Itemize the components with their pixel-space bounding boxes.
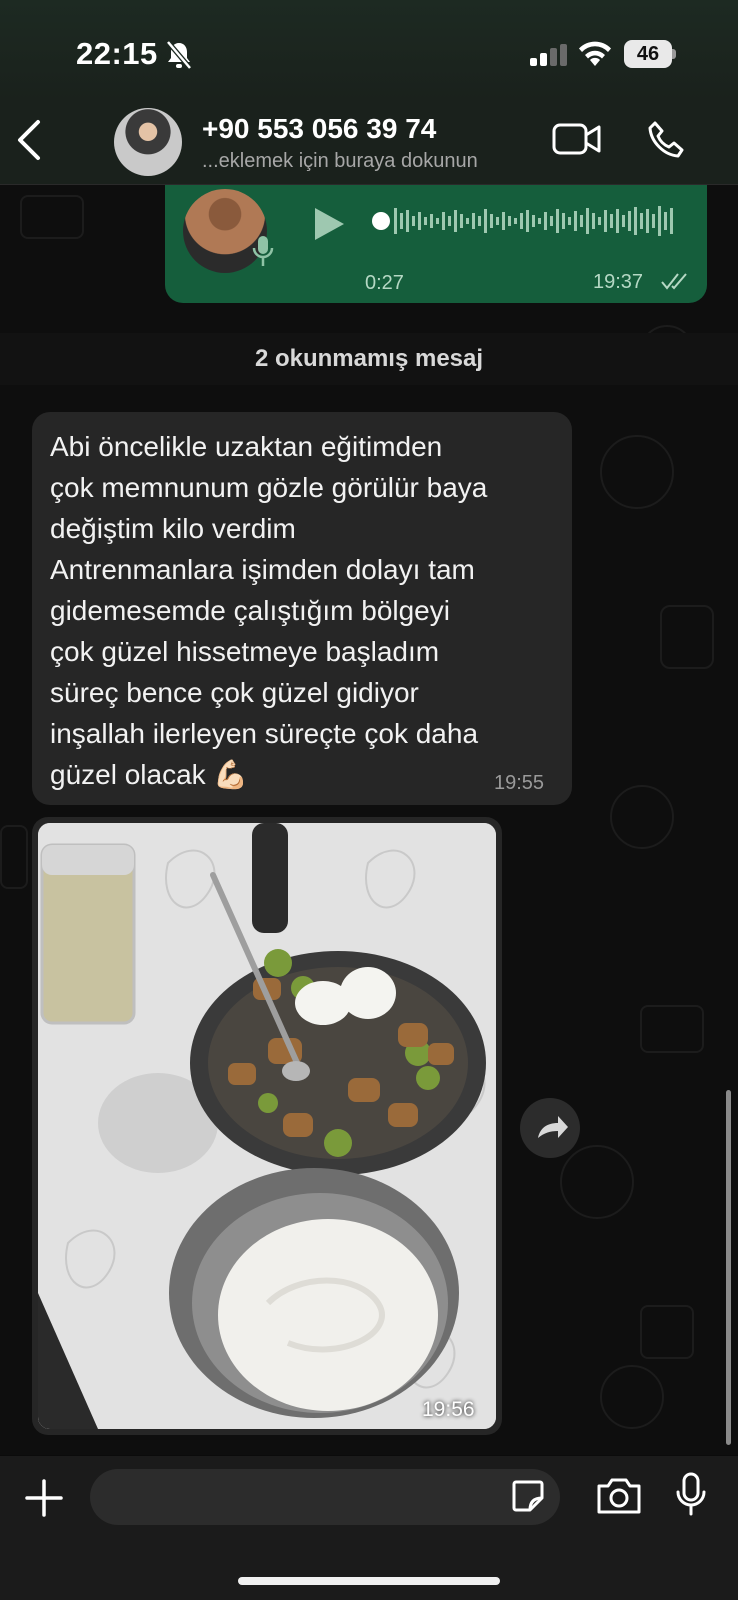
unread-divider: 2 okunmamış mesaj — [0, 333, 738, 385]
image-timestamp: 19:56 — [422, 1398, 475, 1421]
contact-subtitle[interactable]: ...eklemek için buraya dokunun — [202, 150, 478, 173]
voice-waveform[interactable] — [372, 204, 678, 238]
microphone-icon — [252, 234, 274, 273]
battery-tip — [672, 49, 676, 59]
sticker-icon[interactable] — [510, 1478, 546, 1519]
plus-icon[interactable] — [24, 1478, 64, 1523]
food-photo[interactable] — [38, 823, 496, 1429]
message-timestamp: 19:55 — [494, 772, 545, 794]
play-icon[interactable] — [312, 206, 346, 247]
wifi-icon — [578, 40, 612, 71]
battery-icon: 46 — [624, 40, 672, 68]
video-camera-icon[interactable] — [552, 122, 602, 161]
voice-timestamp: 19:37 — [593, 271, 644, 293]
back-chevron-icon[interactable] — [14, 118, 44, 167]
scrollbar[interactable] — [726, 1090, 731, 1445]
contact-name[interactable]: +90 553 056 39 74 — [202, 113, 436, 145]
voice-duration: 0:27 — [365, 272, 404, 294]
home-indicator[interactable] — [238, 1577, 500, 1585]
phone-icon[interactable] — [646, 120, 686, 165]
forward-button[interactable] — [520, 1098, 580, 1158]
message-text: Abi öncelikle uzaktan eğitimden çok memn… — [50, 431, 488, 790]
camera-icon[interactable] — [595, 1476, 643, 1521]
double-check-icon — [660, 272, 690, 295]
bell-slash-icon — [166, 40, 192, 75]
signal-icon — [530, 44, 568, 71]
status-time: 22:15 — [76, 36, 158, 71]
microphone-icon[interactable] — [674, 1472, 708, 1523]
message-input[interactable] — [90, 1469, 560, 1525]
contact-avatar[interactable] — [114, 108, 182, 176]
